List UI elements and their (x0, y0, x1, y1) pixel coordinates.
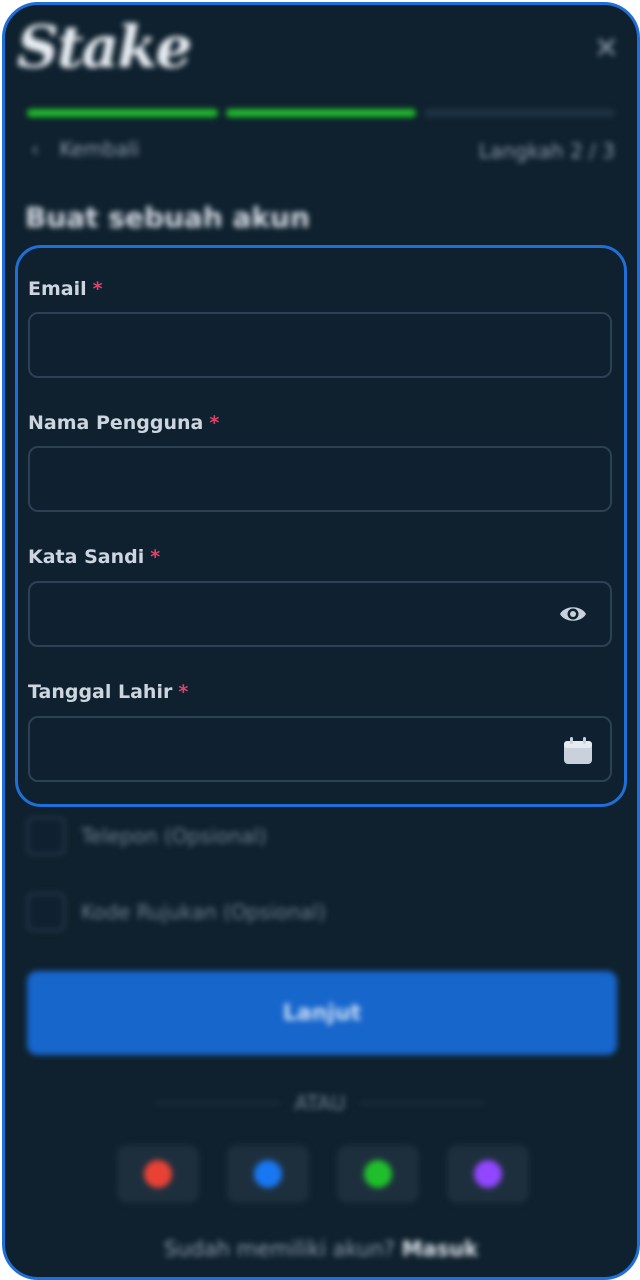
required-mark: * (178, 681, 189, 703)
username-label: Nama Pengguna * (28, 412, 219, 434)
back-label: Kembali (59, 137, 140, 161)
eye-icon[interactable] (558, 601, 588, 627)
or-divider: ATAU (155, 1091, 485, 1115)
phone-frame: Stake ✕ ‹ Kembali Langkah 2 / 3 Buat seb… (2, 2, 640, 1280)
required-mark: * (92, 278, 103, 300)
google-login-button[interactable] (117, 1145, 199, 1203)
birthdate-field[interactable] (28, 716, 612, 782)
progress-bar (27, 109, 616, 117)
close-icon[interactable]: ✕ (594, 31, 619, 66)
phone-option-row[interactable]: Telepon (Opsional) (27, 817, 267, 855)
google-icon (144, 1160, 172, 1188)
email-label: Email * (28, 278, 103, 300)
birthdate-label-text: Tanggal Lahir (28, 681, 173, 703)
chevron-left-icon: ‹ (31, 137, 39, 161)
email-field[interactable] (28, 312, 612, 378)
required-mark: * (209, 412, 220, 434)
back-button[interactable]: ‹ Kembali (31, 137, 139, 161)
calendar-icon[interactable] (563, 737, 593, 765)
progress-segment-3 (424, 109, 616, 117)
signin-link[interactable]: Masuk (402, 1237, 478, 1261)
twitch-login-button[interactable] (447, 1145, 529, 1203)
phone-option-label: Telepon (Opsional) (81, 824, 267, 848)
line-login-button[interactable] (337, 1145, 419, 1203)
password-label: Kata Sandi * (28, 546, 160, 568)
progress-segment-1 (27, 109, 218, 117)
or-label: ATAU (294, 1091, 346, 1115)
email-label-text: Email (28, 278, 87, 300)
birthdate-label: Tanggal Lahir * (28, 681, 188, 703)
referral-option-label: Kode Rujukan (Opsional) (81, 900, 326, 924)
progress-segment-2 (225, 109, 417, 117)
continue-button[interactable]: Lanjut (27, 971, 617, 1055)
divider-line-left (155, 1102, 281, 1104)
signin-prompt: Sudah memiliki akun? Masuk (5, 1237, 637, 1261)
referral-option-row[interactable]: Kode Rujukan (Opsional) (27, 893, 326, 931)
step-indicator: Langkah 2 / 3 (478, 139, 615, 163)
required-mark: * (150, 546, 161, 568)
signin-question: Sudah memiliki akun? (163, 1237, 395, 1261)
page-title: Buat sebuah akun (25, 201, 310, 234)
facebook-login-button[interactable] (227, 1145, 309, 1203)
twitch-icon (474, 1160, 502, 1188)
stake-logo: Stake (17, 13, 192, 81)
phone-checkbox[interactable] (27, 817, 65, 855)
registration-form: Email * Nama Pengguna * Kata Sandi * Tangga… (15, 245, 627, 807)
password-label-text: Kata Sandi (28, 546, 145, 568)
password-field[interactable] (28, 581, 612, 647)
line-icon (364, 1160, 392, 1188)
username-label-text: Nama Pengguna (28, 412, 204, 434)
username-field[interactable] (28, 446, 612, 512)
divider-line-right (359, 1102, 485, 1104)
referral-checkbox[interactable] (27, 893, 65, 931)
facebook-icon (254, 1160, 282, 1188)
header: Stake ✕ (5, 5, 637, 97)
